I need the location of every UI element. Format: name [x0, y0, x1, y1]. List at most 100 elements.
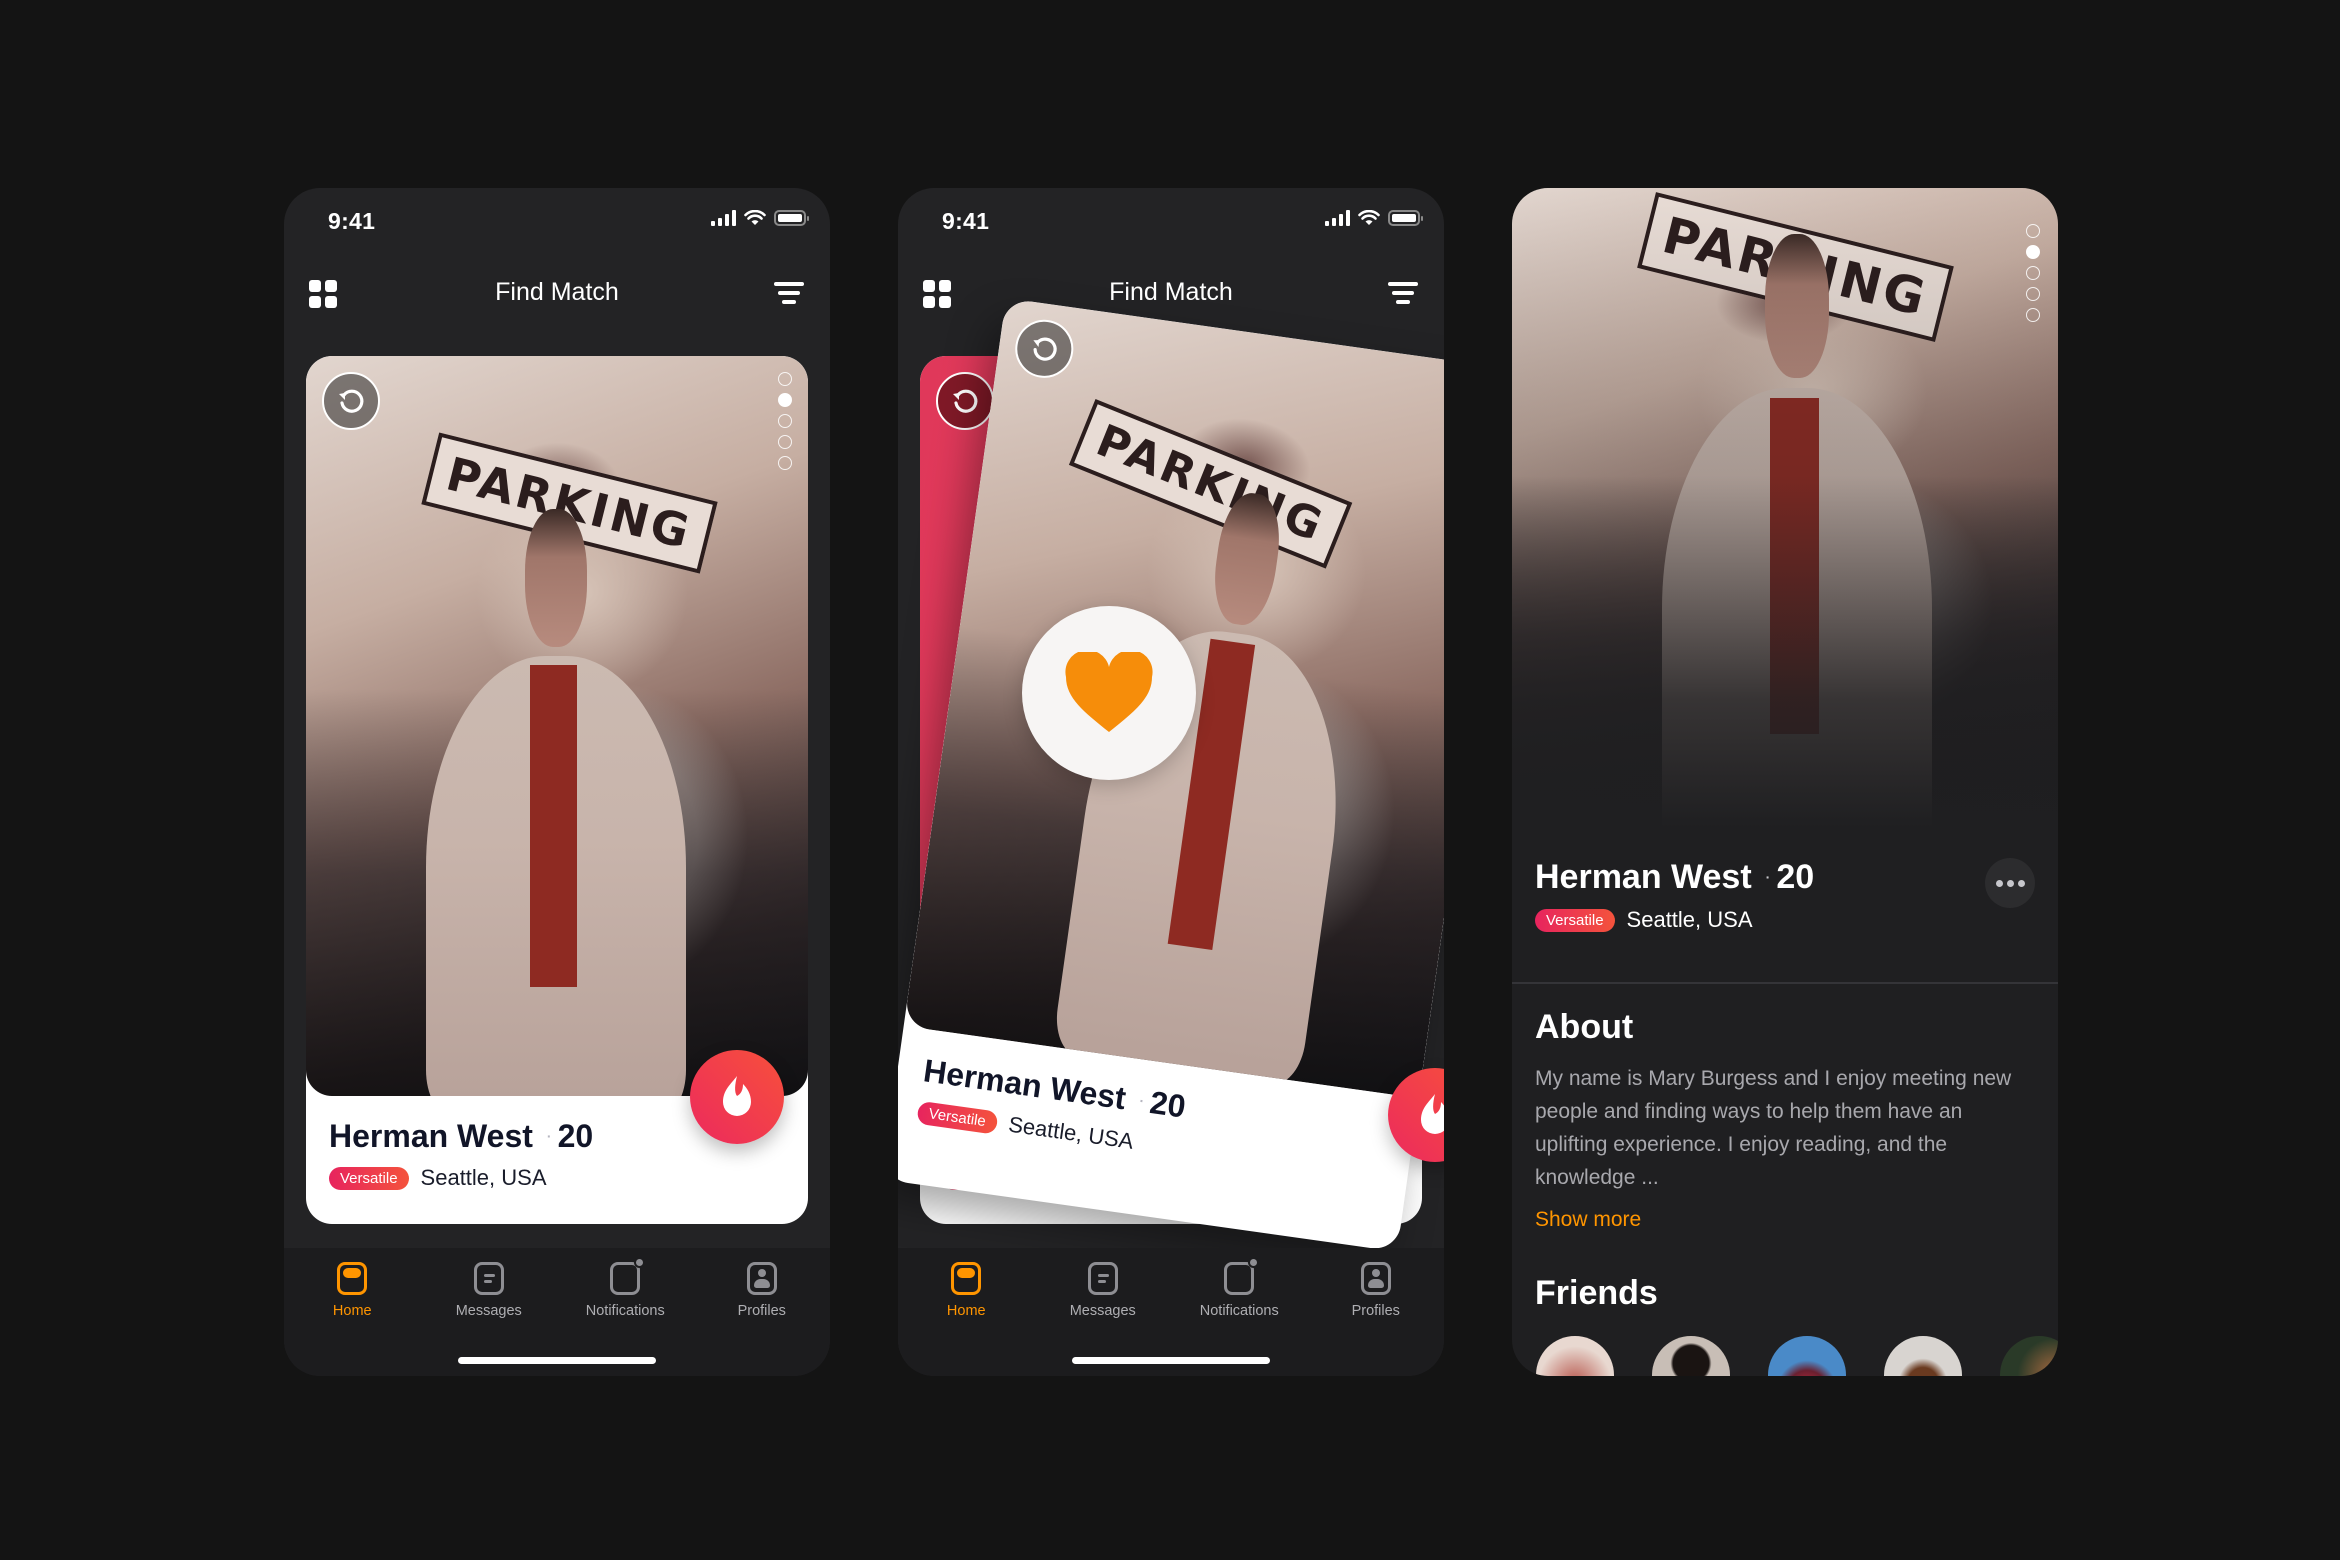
nav-label: Home [946, 1303, 986, 1319]
nav-label: Messages [455, 1303, 522, 1319]
page-dot[interactable] [778, 456, 792, 470]
nav-home[interactable]: Home [901, 1262, 1031, 1319]
undo-button[interactable] [1011, 316, 1078, 382]
filter-icon[interactable] [1388, 282, 1418, 306]
nav-notifications[interactable]: Notifications [1174, 1257, 1304, 1319]
more-options-button[interactable] [1985, 858, 2035, 908]
photo-page-dots [2026, 224, 2040, 322]
divider [1512, 982, 2058, 984]
undo-icon [339, 389, 364, 413]
page-dot[interactable] [2026, 287, 2040, 301]
battery-icon [1388, 210, 1423, 226]
friend-avatar[interactable] [1536, 1336, 1614, 1376]
home-icon [951, 1262, 982, 1295]
home-icon [337, 1262, 368, 1295]
nav-profiles[interactable]: Profiles [697, 1262, 827, 1319]
profile-name: Herman West [1535, 858, 1752, 896]
profile-info: Herman West · 20 Versatile Seattle, USA [1535, 858, 2035, 933]
nav-profiles[interactable]: Profiles [1311, 1262, 1441, 1319]
nav-label: Messages [1069, 1303, 1136, 1319]
friends-title: Friends [1535, 1274, 1658, 1312]
nav-label: Notifications [585, 1303, 665, 1319]
about-title: About [1535, 1008, 1634, 1046]
home-indicator[interactable] [1072, 1357, 1270, 1364]
page-dot[interactable] [2026, 224, 2040, 238]
nav-notifications[interactable]: Notifications [560, 1257, 690, 1319]
profile-location: Seattle, USA [1006, 1111, 1136, 1154]
page-title: Find Match [495, 278, 619, 306]
undo-icon [1033, 337, 1057, 361]
fire-icon [723, 1076, 751, 1116]
profile-hero-photo[interactable]: PARKING [1512, 188, 2058, 828]
nav-label: Profiles [737, 1303, 786, 1319]
versatile-tag: Versatile [916, 1100, 999, 1135]
friend-avatar[interactable] [1884, 1336, 1962, 1376]
page-dot-active[interactable] [2026, 245, 2040, 259]
battery-icon [774, 210, 809, 226]
friends-list [1536, 1336, 2058, 1376]
page-dot[interactable] [778, 414, 792, 428]
page-title: Find Match [1109, 278, 1233, 306]
profile-photo[interactable]: PARKING [306, 356, 808, 1096]
nav-label: Home [332, 1303, 372, 1319]
friend-avatar[interactable] [2000, 1336, 2058, 1376]
profile-location: Seattle, USA [1626, 907, 1753, 932]
notifications-icon [610, 1257, 646, 1295]
nav-label: Notifications [1199, 1303, 1279, 1319]
page-dot[interactable] [2026, 308, 2040, 322]
friend-avatar[interactable] [1652, 1336, 1730, 1376]
parking-sign: PARKING [1068, 399, 1352, 569]
app-header: Find Match [284, 268, 830, 324]
versatile-tag: Versatile [329, 1166, 409, 1190]
undo-button[interactable] [322, 372, 380, 430]
page-dot[interactable] [778, 435, 792, 449]
profiles-icon [746, 1262, 777, 1295]
messages-icon [1087, 1262, 1118, 1295]
nav-home[interactable]: Home [287, 1262, 417, 1319]
home-indicator[interactable] [458, 1357, 656, 1364]
page-dot[interactable] [2026, 266, 2040, 280]
more-dots-icon [1995, 879, 2003, 887]
profile-age: 20 [557, 1118, 594, 1154]
name-separator: · [546, 1128, 552, 1144]
status-bar: 9:41 [284, 188, 830, 258]
profile-age: 20 [1147, 1084, 1188, 1125]
show-more-link[interactable]: Show more [1535, 1208, 1641, 1232]
notifications-icon [1224, 1257, 1260, 1295]
versatile-tag: Versatile [1535, 908, 1615, 932]
name-separator: · [1765, 869, 1771, 885]
nav-messages[interactable]: Messages [1038, 1262, 1168, 1319]
about-text: My name is Mary Burgess and I enjoy meet… [1535, 1067, 2012, 1189]
phone-profile-detail: PARKING Herman West · 20 Versatile Seatt… [1512, 188, 2058, 1376]
undo-button[interactable] [936, 372, 994, 430]
phone-swipe-like: 9:41 Find Match Jol Versatile Seattle, U… [898, 188, 1444, 1376]
messages-icon [473, 1262, 504, 1295]
page-dot-active[interactable] [778, 393, 792, 407]
app-header: Find Match [898, 268, 1444, 324]
profile-location: Seattle, USA [420, 1165, 547, 1190]
nav-label: Profiles [1351, 1303, 1400, 1319]
wifi-icon [1358, 210, 1380, 225]
like-heart-button[interactable] [1022, 606, 1196, 780]
photo-page-dots [778, 372, 792, 470]
nav-messages[interactable]: Messages [424, 1262, 554, 1319]
status-time: 9:41 [328, 208, 376, 234]
fire-icon [1421, 1094, 1444, 1134]
bottom-nav: Home Messages Notifications Profiles [284, 1248, 830, 1376]
profile-age: 20 [1776, 858, 1815, 896]
status-time: 9:41 [942, 208, 990, 234]
bottom-nav: Home Messages Notifications Profiles [898, 1248, 1444, 1376]
friend-avatar[interactable] [1768, 1336, 1846, 1376]
fire-like-button[interactable] [690, 1050, 784, 1144]
heart-icon [1065, 652, 1153, 732]
filter-icon[interactable] [774, 282, 804, 306]
person-figure [426, 508, 686, 1096]
undo-icon [953, 389, 978, 413]
phone-find-match: 9:41 Find Match PARKING Herman West · 20… [284, 188, 830, 1376]
signal-icon [711, 210, 736, 226]
signal-icon [1325, 210, 1350, 226]
page-dot[interactable] [778, 372, 792, 386]
profile-name: Herman West [329, 1118, 533, 1154]
status-bar: 9:41 [898, 188, 1444, 258]
name-separator: · [1138, 1092, 1146, 1109]
